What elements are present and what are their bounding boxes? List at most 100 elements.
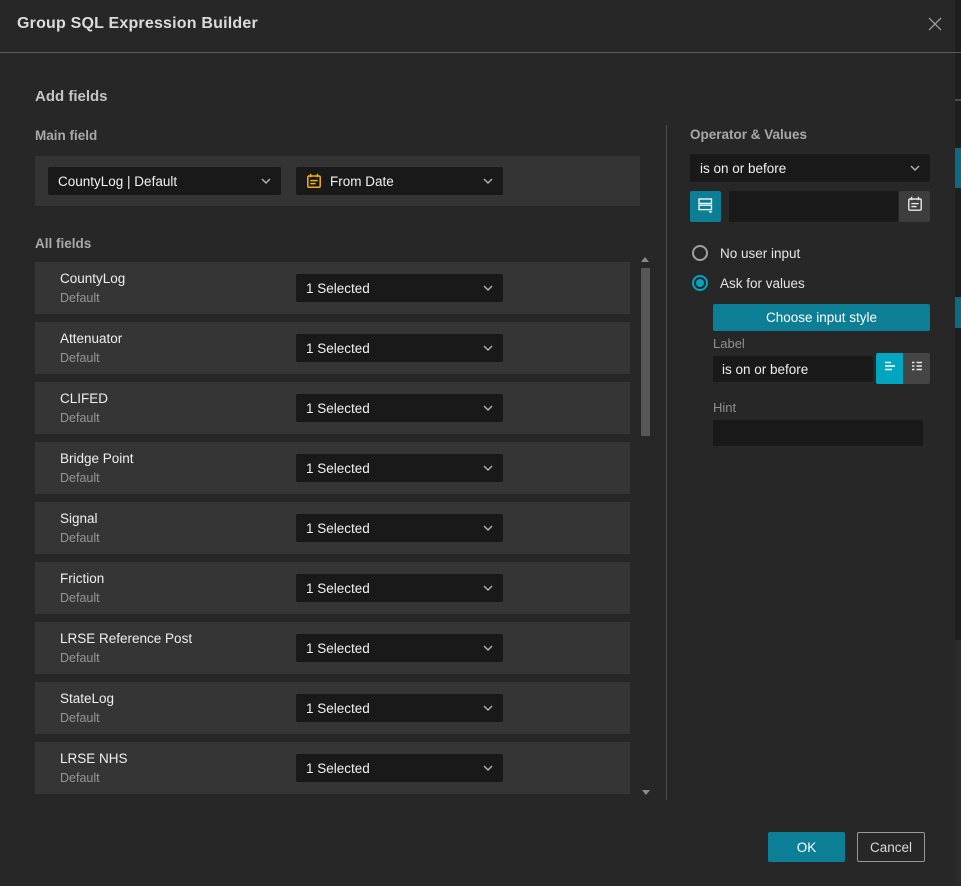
field-selection-value: 1 Selected — [306, 281, 477, 296]
operator-select-value: is on or before — [700, 161, 904, 176]
field-selection-select[interactable]: 1 Selected — [296, 514, 503, 542]
chevron-down-icon — [483, 765, 493, 771]
field-row: Attenuator Default 1 Selected — [35, 322, 630, 374]
radio-no-user-input[interactable]: No user input — [692, 245, 800, 261]
close-icon — [927, 16, 943, 37]
field-selection-select[interactable]: 1 Selected — [296, 574, 503, 602]
field-name: CountyLog — [60, 271, 125, 286]
field-row: Signal Default 1 Selected — [35, 502, 630, 554]
field-selection-value: 1 Selected — [306, 521, 477, 536]
calendar-icon — [907, 196, 923, 217]
close-button[interactable] — [924, 15, 946, 37]
field-row: Bridge Point Default 1 Selected — [35, 442, 630, 494]
field-sublabel: Default — [60, 351, 100, 365]
field-sublabel: Default — [60, 771, 100, 785]
radio-icon — [692, 245, 708, 261]
field-selection-select[interactable]: 1 Selected — [296, 694, 503, 722]
field-row: CountyLog Default 1 Selected — [35, 262, 630, 314]
radio-ask-for-values-label: Ask for values — [720, 276, 805, 291]
input-style-single-button[interactable] — [876, 353, 903, 384]
field-row: CLIFED Default 1 Selected — [35, 382, 630, 434]
chevron-down-icon — [483, 525, 493, 531]
choose-input-style-button[interactable]: Choose input style — [713, 304, 930, 331]
field-selection-select[interactable]: 1 Selected — [296, 754, 503, 782]
field-selection-select[interactable]: 1 Selected — [296, 394, 503, 422]
field-sublabel: Default — [60, 411, 100, 425]
chevron-down-icon — [483, 285, 493, 291]
field-selection-value: 1 Selected — [306, 341, 477, 356]
field-name: Attenuator — [60, 331, 122, 346]
all-fields-label: All fields — [35, 236, 91, 251]
cancel-button[interactable]: Cancel — [857, 832, 925, 862]
ok-button[interactable]: OK — [768, 832, 845, 862]
chevron-down-icon — [483, 585, 493, 591]
field-row: LRSE Reference Post Default 1 Selected — [35, 622, 630, 674]
field-name: LRSE Reference Post — [60, 631, 192, 646]
list-icon — [909, 358, 925, 379]
field-selection-select[interactable]: 1 Selected — [296, 334, 503, 362]
all-fields-list: CountyLog Default 1 Selected Attenuator … — [35, 262, 630, 802]
field-row: LRSE NHS Default 1 Selected — [35, 742, 630, 794]
input-style-list-button[interactable] — [903, 353, 930, 384]
value-source-button[interactable] — [690, 191, 721, 222]
date-picker-button[interactable] — [899, 191, 930, 222]
panel-divider — [666, 125, 667, 800]
chevron-down-icon — [910, 165, 920, 171]
scroll-down-icon[interactable] — [642, 790, 650, 795]
chevron-down-icon — [483, 465, 493, 471]
field-row: StateLog Default 1 Selected — [35, 682, 630, 734]
field-name: Bridge Point — [60, 451, 134, 466]
dialog-title-bar: Group SQL Expression Builder — [0, 0, 955, 53]
hint-field-label: Hint — [713, 400, 736, 415]
field-row: Friction Default 1 Selected — [35, 562, 630, 614]
add-fields-heading: Add fields — [35, 88, 108, 105]
operator-select[interactable]: is on or before — [690, 154, 930, 182]
main-field-panel: CountyLog | Default From Date — [35, 156, 640, 206]
label-field-label: Label — [713, 336, 745, 351]
hint-value-input[interactable] — [713, 420, 923, 446]
field-name: LRSE NHS — [60, 751, 128, 766]
main-field-select[interactable]: From Date — [296, 167, 503, 195]
radio-icon — [692, 275, 708, 291]
align-left-icon — [882, 358, 898, 379]
radio-ask-for-values[interactable]: Ask for values — [692, 275, 805, 291]
label-value-input[interactable] — [713, 356, 873, 382]
field-sublabel: Default — [60, 531, 100, 545]
field-selection-value: 1 Selected — [306, 581, 477, 596]
field-sublabel: Default — [60, 651, 100, 665]
chevron-down-icon — [483, 178, 493, 184]
field-selection-value: 1 Selected — [306, 701, 477, 716]
field-name: StateLog — [60, 691, 114, 706]
operator-values-heading: Operator & Values — [690, 127, 807, 142]
field-selection-select[interactable]: 1 Selected — [296, 454, 503, 482]
main-layer-select-value: CountyLog | Default — [58, 174, 255, 189]
scroll-up-icon[interactable] — [641, 257, 649, 262]
scrollbar-thumb[interactable] — [641, 268, 650, 436]
radio-no-user-input-label: No user input — [720, 246, 800, 261]
stack-icon — [697, 196, 714, 218]
chevron-down-icon — [483, 645, 493, 651]
field-selection-value: 1 Selected — [306, 461, 477, 476]
background-app-edge — [955, 0, 961, 886]
main-field-select-value: From Date — [330, 174, 477, 189]
calendar-icon — [306, 173, 322, 189]
field-sublabel: Default — [60, 291, 100, 305]
dialog-title: Group SQL Expression Builder — [17, 15, 258, 33]
field-name: CLIFED — [60, 391, 108, 406]
field-sublabel: Default — [60, 591, 100, 605]
chevron-down-icon — [483, 705, 493, 711]
field-selection-value: 1 Selected — [306, 401, 477, 416]
chevron-down-icon — [483, 345, 493, 351]
field-name: Signal — [60, 511, 98, 526]
main-layer-select[interactable]: CountyLog | Default — [48, 167, 281, 195]
field-selection-value: 1 Selected — [306, 761, 477, 776]
field-selection-select[interactable]: 1 Selected — [296, 634, 503, 662]
field-selection-value: 1 Selected — [306, 641, 477, 656]
field-selection-select[interactable]: 1 Selected — [296, 274, 503, 302]
main-field-label: Main field — [35, 128, 97, 143]
field-sublabel: Default — [60, 471, 100, 485]
field-name: Friction — [60, 571, 104, 586]
chevron-down-icon — [261, 178, 271, 184]
chevron-down-icon — [483, 405, 493, 411]
date-value-input[interactable] — [729, 191, 898, 222]
